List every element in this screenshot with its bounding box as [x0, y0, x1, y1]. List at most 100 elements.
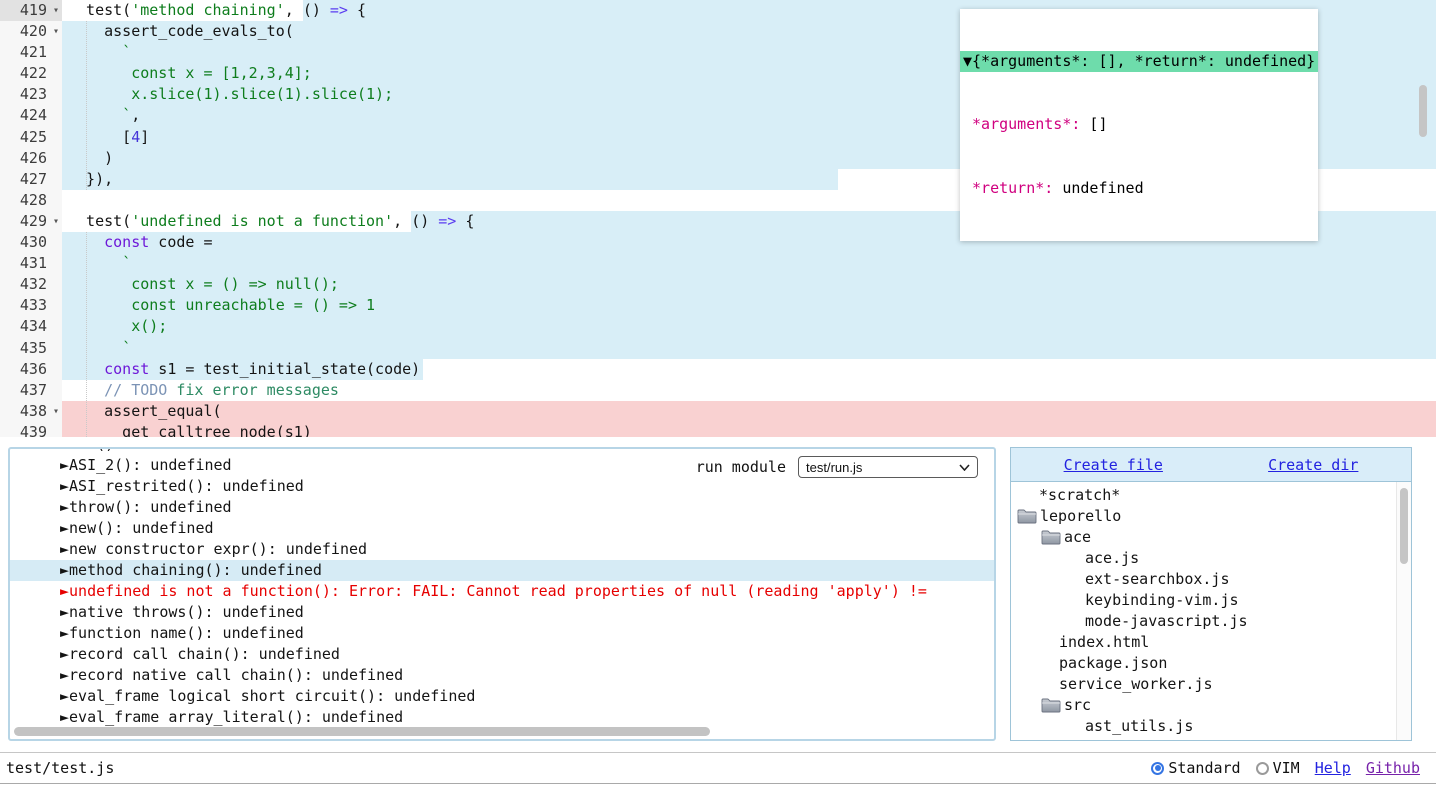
code-line-content[interactable]: const x = () => null(); — [62, 274, 1436, 295]
indent-guide — [86, 21, 87, 190]
tree-file-row[interactable]: keybinding-vim.js — [1011, 590, 1411, 611]
code-line-content[interactable]: assert_equal( — [62, 401, 1436, 422]
line-number: 421 — [0, 42, 62, 63]
line-number: 436 — [0, 359, 62, 380]
standard-radio[interactable] — [1151, 762, 1164, 775]
code-line: 436 const s1 = test_initial_state(code) — [0, 359, 1436, 380]
tree-entry-label: leporello — [1040, 506, 1121, 527]
file-tree-scrollbar[interactable] — [1400, 488, 1408, 564]
folder-icon — [1041, 698, 1061, 713]
tree-file-row[interactable]: ext-searchbox.js — [1011, 569, 1411, 590]
console-row[interactable]: ►eval_frame array_literal(): undefined — [10, 707, 994, 728]
tree-entry-label: ext-searchbox.js — [1085, 569, 1230, 590]
code-line: 431 ` — [0, 253, 1436, 274]
editor-vertical-scrollbar[interactable] — [1419, 85, 1427, 137]
code-line: 433 const unreachable = () => 1 — [0, 295, 1436, 316]
line-number: 434 — [0, 316, 62, 337]
code-line-content[interactable]: const s1 = test_initial_state(code) — [62, 359, 1436, 380]
line-number: 437 — [0, 380, 62, 401]
folder-icon — [1017, 509, 1037, 524]
tree-file-row[interactable]: package.json — [1011, 653, 1411, 674]
console-row[interactable]: ►ASI_restrited(): undefined — [10, 476, 994, 497]
tree-file-row[interactable]: ace.js — [1011, 548, 1411, 569]
tree-file-row[interactable]: ast_utils.js — [1011, 716, 1411, 737]
fold-arrow-icon[interactable]: ▾ — [53, 211, 59, 232]
vim-radio-label: VIM — [1273, 759, 1300, 777]
line-highlight — [62, 338, 1436, 359]
line-number: 426 — [0, 148, 62, 169]
console-rows: ►ASI_2(): undefined►ASI_restrited(): und… — [10, 455, 994, 728]
line-number: 419▾ — [0, 0, 62, 21]
line-number: 425 — [0, 127, 62, 148]
line-number: 420▾ — [0, 21, 62, 42]
line-number: 428 — [0, 190, 62, 211]
console-row[interactable]: ►record native call chain(): undefined — [10, 665, 994, 686]
tooltip-value: [] — [1080, 115, 1107, 133]
line-highlight — [62, 401, 1436, 422]
run-module-control: run module test/run.js — [696, 456, 978, 478]
tree-folder-row[interactable]: src — [1011, 695, 1411, 716]
tooltip-collapse-header[interactable]: ▼{*arguments*: [], *return*: undefined} — [960, 51, 1318, 72]
tree-entry-label: package.json — [1059, 653, 1167, 674]
tree-entry-label: service_worker.js — [1059, 674, 1213, 695]
console-row[interactable]: ►method chaining(): undefined — [10, 560, 994, 581]
line-number: 438▾ — [0, 401, 62, 422]
tree-file-row[interactable]: *scratch* — [1011, 485, 1411, 506]
standard-radio-label: Standard — [1168, 759, 1240, 777]
line-number: 422 — [0, 63, 62, 84]
tree-entry-label: *scratch* — [1039, 485, 1120, 506]
code-line-content[interactable]: // TODO fix error messages — [62, 380, 1436, 401]
tree-entry-label: ace.js — [1085, 548, 1139, 569]
console-row[interactable]: ►new constructor expr(): undefined — [10, 539, 994, 560]
code-line-content[interactable]: const unreachable = () => 1 — [62, 295, 1436, 316]
tree-folder-row[interactable]: ace — [1011, 527, 1411, 548]
run-module-selected-value: test/run.js — [806, 460, 862, 475]
line-number: 431 — [0, 253, 62, 274]
vim-radio[interactable] — [1256, 762, 1269, 775]
run-module-select[interactable]: test/run.js — [798, 456, 978, 478]
status-bar-right: Standard VIM Help Github — [1151, 759, 1420, 777]
line-number: 427 — [0, 169, 62, 190]
code-line: 439 get_calltree_node(s1) — [0, 422, 1436, 437]
tooltip-value: undefined — [1053, 179, 1143, 197]
code-line-content[interactable]: ` — [62, 338, 1436, 359]
help-link[interactable]: Help — [1315, 759, 1351, 777]
console-row[interactable]: ►function name(): undefined — [10, 623, 994, 644]
console-row[interactable]: ►new(): undefined — [10, 518, 994, 539]
tooltip-arguments-row[interactable]: *arguments*: [] — [960, 114, 1318, 135]
run-module-label: run module — [696, 458, 786, 476]
code-line-content[interactable]: get_calltree_node(s1) — [62, 422, 1436, 437]
indent-guide — [86, 232, 87, 437]
code-line: 437 // TODO fix error messages — [0, 380, 1436, 401]
file-explorer-header: Create file Create dir — [1011, 448, 1411, 482]
tooltip-return-row[interactable]: *return*: undefined — [960, 178, 1318, 199]
console-row[interactable]: ►eval_frame logical short circuit(): und… — [10, 686, 994, 707]
tree-entry-label: src — [1064, 695, 1091, 716]
line-highlight — [62, 316, 1436, 337]
console-row[interactable]: ►record call chain(): undefined — [10, 644, 994, 665]
file-tree: *scratch*leporelloaceace.jsext-searchbox… — [1011, 482, 1411, 741]
create-dir-link[interactable]: Create dir — [1268, 456, 1358, 474]
code-line-content[interactable]: ` — [62, 253, 1436, 274]
code-editor[interactable]: 419▾ test('method chaining', () => {420▾… — [0, 0, 1436, 437]
console-row[interactable]: ►native throws(): undefined — [10, 602, 994, 623]
fold-arrow-icon[interactable]: ▾ — [53, 0, 59, 21]
line-highlight — [62, 253, 1436, 274]
tree-folder-row[interactable]: leporello — [1011, 506, 1411, 527]
fold-arrow-icon[interactable]: ▾ — [53, 21, 59, 42]
file-explorer: Create file Create dir *scratch*leporell… — [1010, 447, 1412, 741]
status-bar: test/test.js Standard VIM Help Github — [0, 752, 1436, 784]
tree-file-row[interactable]: index.html — [1011, 632, 1411, 653]
console-row[interactable]: ►throw(): undefined — [10, 497, 994, 518]
line-number: 432 — [0, 274, 62, 295]
tree-file-row[interactable]: mode-javascript.js — [1011, 611, 1411, 632]
console-row-error[interactable]: ►undefined is not a function(): Error: F… — [10, 581, 994, 602]
line-highlight — [62, 169, 838, 190]
github-link[interactable]: Github — [1366, 759, 1420, 777]
tree-file-row[interactable]: service_worker.js — [1011, 674, 1411, 695]
fold-arrow-icon[interactable]: ▾ — [53, 401, 59, 422]
create-file-link[interactable]: Create file — [1064, 456, 1163, 474]
code-line-content[interactable]: x(); — [62, 316, 1436, 337]
console-horizontal-scrollbar[interactable] — [14, 727, 710, 736]
tree-entry-label: keybinding-vim.js — [1085, 590, 1239, 611]
